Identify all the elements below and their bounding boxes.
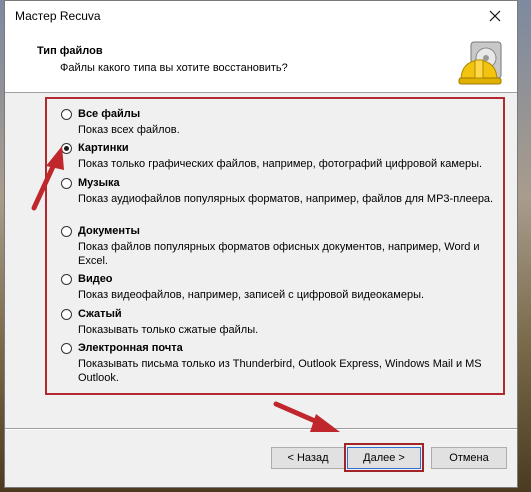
option-label[interactable]: Музыка xyxy=(78,177,120,189)
close-icon xyxy=(489,10,501,22)
option-description: Показ всех файлов. xyxy=(78,124,180,136)
radio-video[interactable] xyxy=(61,274,72,285)
option-description: Показ аудиофайлов популярных форматов, н… xyxy=(78,193,494,205)
radio-compressed[interactable] xyxy=(61,309,72,320)
wizard-header: Тип файлов Файлы какого типа вы хотите в… xyxy=(5,31,517,93)
radio-music[interactable] xyxy=(61,178,72,189)
radio-all-files[interactable] xyxy=(61,109,72,120)
page-title: Тип файлов xyxy=(37,45,103,57)
back-button[interactable]: < Назад xyxy=(271,447,345,469)
page-subtitle: Файлы какого типа вы хотите восстановить… xyxy=(60,62,288,74)
next-button[interactable]: Далее > xyxy=(347,447,421,469)
title-bar: Мастер Recuva xyxy=(5,1,517,32)
file-type-options-group: Все файлы Показ всех файлов. Картинки По… xyxy=(45,97,505,395)
footer-divider xyxy=(5,428,517,430)
radio-email[interactable] xyxy=(61,343,72,354)
cancel-button[interactable]: Отмена xyxy=(431,447,507,469)
window-title: Мастер Recuva xyxy=(15,9,101,23)
hard-drive-hardhat-icon xyxy=(458,41,502,85)
close-button[interactable] xyxy=(473,1,517,31)
option-description: Показ только графических файлов, наприме… xyxy=(78,158,483,170)
option-description: Показ файлов популярных форматов офисных… xyxy=(78,241,480,267)
option-description: Показывать письма только из Thunderbird,… xyxy=(78,358,482,384)
option-label[interactable]: Сжатый xyxy=(78,308,122,320)
radio-pictures[interactable] xyxy=(61,143,72,154)
option-label[interactable]: Все файлы xyxy=(78,108,140,120)
option-label[interactable]: Картинки xyxy=(78,142,129,154)
option-description: Показ видеофайлов, например, записей с ц… xyxy=(78,289,425,301)
recuva-wizard-window: Мастер Recuva Тип файлов Файлы какого ти… xyxy=(4,0,518,488)
option-label[interactable]: Видео xyxy=(78,273,113,285)
option-description: Показывать только сжатые файлы. xyxy=(78,324,259,336)
radio-documents[interactable] xyxy=(61,226,72,237)
option-label[interactable]: Электронная почта xyxy=(78,342,183,354)
option-label[interactable]: Документы xyxy=(78,225,140,237)
